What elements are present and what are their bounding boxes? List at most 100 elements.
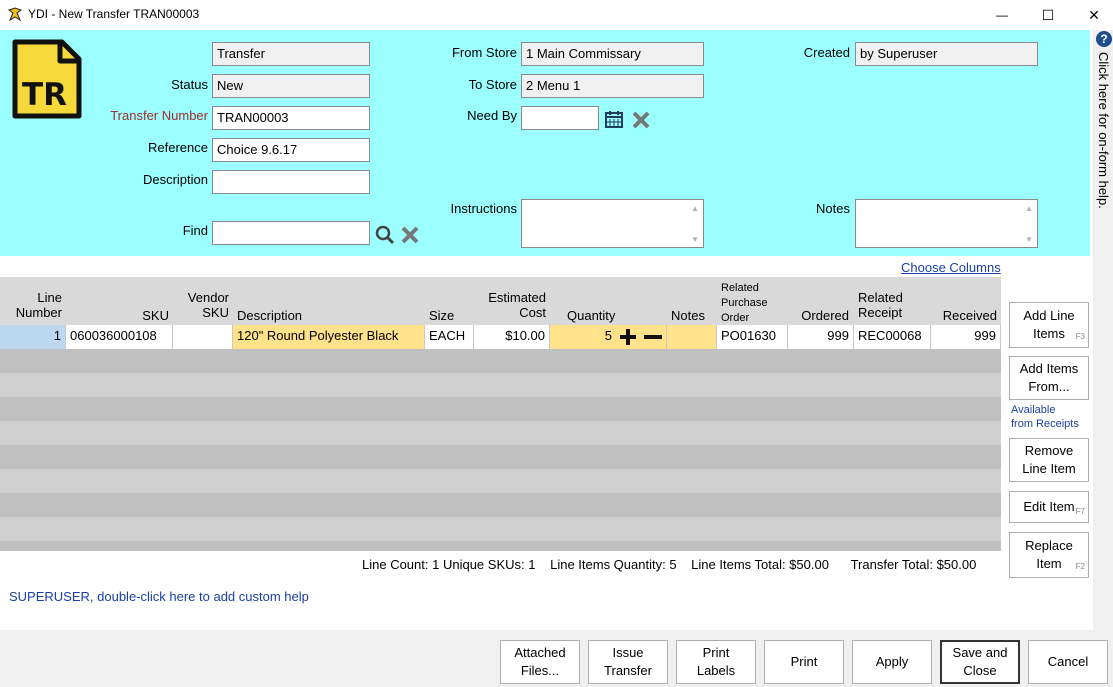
app-logo-icon	[7, 7, 23, 23]
line-count: Line Count: 1	[362, 557, 440, 572]
col-header-ordered[interactable]: Ordered	[790, 308, 849, 323]
attached-files-label: Attached Files...	[514, 645, 566, 678]
save-and-close-label: Save and Close	[952, 645, 1008, 678]
col-header-quantity[interactable]: Quantity	[567, 308, 615, 323]
cell-line-number[interactable]: 1	[0, 325, 66, 349]
calendar-icon[interactable]	[605, 110, 623, 128]
created-label: Created	[803, 45, 850, 60]
cell-description[interactable]: 120" Round Polyester Black	[233, 325, 425, 349]
cell-related-receipt[interactable]: REC00068	[854, 325, 931, 349]
description-input[interactable]	[212, 170, 370, 194]
search-icon[interactable]	[375, 225, 395, 245]
need-by-input[interactable]	[521, 106, 599, 130]
cell-notes[interactable]	[667, 325, 717, 349]
add-items-from-label: Add Items From...	[1019, 361, 1079, 394]
find-input[interactable]	[212, 221, 370, 245]
choose-columns-link[interactable]: Choose Columns	[901, 260, 1001, 275]
cell-quantity[interactable]: 5	[550, 325, 667, 349]
cell-size[interactable]: EACH	[425, 325, 474, 349]
issue-transfer-button[interactable]: Issue Transfer	[588, 640, 668, 684]
increment-icon[interactable]	[619, 328, 637, 346]
notes-textarea[interactable]: ▲ ▼	[855, 199, 1038, 248]
clear-need-by-icon[interactable]	[631, 110, 651, 130]
instructions-textarea[interactable]: ▲ ▼	[521, 199, 704, 248]
hotkey-label: F7	[1075, 507, 1085, 516]
col-header-vendor-sku[interactable]: Vendor SKU	[173, 290, 229, 320]
issue-transfer-label: Issue Transfer	[604, 645, 652, 678]
minimize-button[interactable]: —	[979, 0, 1025, 30]
maximize-button[interactable]: ☐	[1025, 0, 1071, 30]
scroll-down-icon[interactable]: ▼	[691, 235, 699, 244]
scroll-up-icon[interactable]: ▲	[691, 204, 699, 213]
edit-item-label: Edit Item	[1023, 499, 1075, 514]
status-field: New	[212, 74, 370, 98]
remove-line-item-button[interactable]: Remove Line Item	[1009, 438, 1089, 482]
reference-input[interactable]: Choice 9.6.17	[212, 138, 370, 162]
edit-item-button[interactable]: Edit Item F7	[1009, 491, 1089, 523]
need-by-label: Need By	[467, 108, 517, 123]
col-header-related-receipt[interactable]: Related Receipt	[858, 290, 903, 320]
col-header-description[interactable]: Description	[237, 308, 302, 323]
grid-empty-row	[0, 373, 1001, 397]
cell-sku[interactable]: 060036000108	[66, 325, 173, 349]
quantity-value: 5	[604, 328, 612, 343]
attached-files-button[interactable]: Attached Files...	[500, 640, 580, 684]
transfer-number-label: Transfer Number	[110, 108, 208, 123]
close-icon: ✕	[1088, 6, 1100, 23]
created-field: by Superuser	[855, 42, 1038, 66]
cancel-button[interactable]: Cancel	[1028, 640, 1108, 684]
from-store-label: From Store	[451, 45, 517, 60]
add-line-items-button[interactable]: Add Line Items F3	[1009, 302, 1089, 348]
to-store-field: 2 Menu 1	[521, 74, 704, 98]
description-label: Description	[142, 172, 208, 187]
available-receipts-link[interactable]: Available from Receipts	[1011, 403, 1079, 431]
cell-ordered[interactable]: 999	[788, 325, 854, 349]
cell-vendor-sku[interactable]	[173, 325, 233, 349]
from-store-field: 1 Main Commissary	[521, 42, 704, 66]
line-items-total: Line Items Total: $50.00	[691, 557, 829, 572]
apply-button[interactable]: Apply	[852, 640, 932, 684]
cell-received[interactable]: 999	[931, 325, 1001, 349]
minimize-icon: —	[996, 8, 1008, 22]
add-items-from-button[interactable]: Add Items From...	[1009, 356, 1089, 400]
grid-empty-row	[0, 421, 1001, 445]
hotkey-label: F3	[1075, 332, 1085, 341]
transfer-type-field: Transfer	[212, 42, 370, 66]
reference-label: Reference	[148, 140, 208, 155]
notes-label: Notes	[816, 201, 850, 216]
line-items-quantity: Line Items Quantity: 5	[550, 557, 677, 572]
save-and-close-button[interactable]: Save and Close	[940, 640, 1020, 684]
grid-summary: Line Count: 1 Unique SKUs: 1 Line Items …	[362, 557, 976, 572]
find-label: Find	[182, 223, 208, 238]
grid-empty-row	[0, 469, 1001, 493]
decrement-icon[interactable]	[643, 328, 663, 346]
scroll-down-icon[interactable]: ▼	[1025, 235, 1033, 244]
maximize-icon: ☐	[1041, 6, 1055, 23]
replace-item-button[interactable]: Replace Item F2	[1009, 532, 1089, 578]
unique-skus: Unique SKUs: 1	[442, 557, 536, 572]
print-labels-label: Print Labels	[696, 645, 736, 678]
col-header-line-number[interactable]: Line Number	[0, 290, 62, 320]
cell-estimated-cost[interactable]: $10.00	[474, 325, 550, 349]
print-labels-button[interactable]: Print Labels	[676, 640, 756, 684]
col-header-notes[interactable]: Notes	[671, 308, 705, 323]
on-form-help-link[interactable]: Click here for on-form help.	[1096, 52, 1111, 209]
help-icon[interactable]: ?	[1096, 31, 1112, 47]
cell-related-po[interactable]: PO01630	[717, 325, 788, 349]
print-button[interactable]: Print	[764, 640, 844, 684]
clear-find-icon[interactable]	[400, 225, 420, 245]
col-header-sku[interactable]: SKU	[66, 308, 169, 323]
col-header-related-po[interactable]: Related Purchase Order	[721, 281, 767, 326]
custom-help-link[interactable]: SUPERUSER, double-click here to add cust…	[9, 589, 309, 604]
remove-line-item-label: Remove Line Item	[1022, 443, 1076, 476]
col-header-size[interactable]: Size	[429, 308, 454, 323]
col-header-received[interactable]: Received	[932, 308, 997, 323]
transfer-number-input[interactable]: TRAN00003	[212, 106, 370, 130]
window-title: YDI - New Transfer TRAN00003	[28, 7, 200, 21]
instructions-label: Instructions	[450, 201, 517, 216]
col-header-estimated-cost[interactable]: Estimated Cost	[474, 290, 546, 320]
transfer-total: Transfer Total: $50.00	[850, 557, 977, 572]
add-line-items-label: Add Line Items	[1023, 308, 1075, 341]
close-window-button[interactable]: ✕	[1071, 0, 1113, 30]
scroll-up-icon[interactable]: ▲	[1025, 204, 1033, 213]
